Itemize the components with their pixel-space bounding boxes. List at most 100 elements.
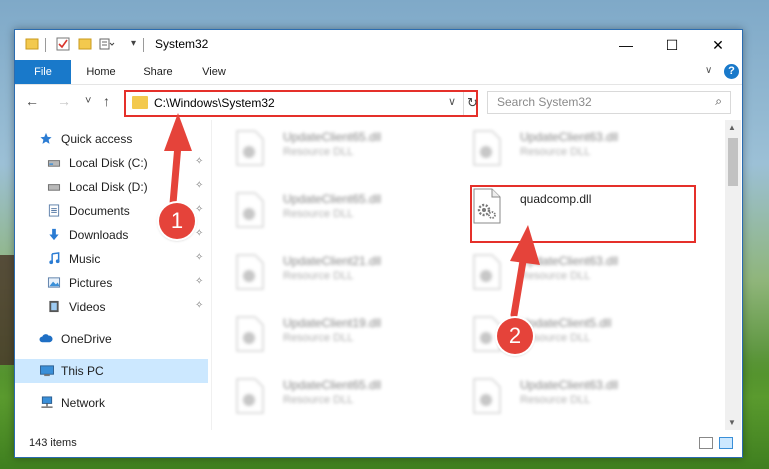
forward-button[interactable]: → <box>57 93 71 109</box>
sidebar-item-label: This PC <box>61 364 104 378</box>
sidebar-item-videos[interactable]: Videos ✧ <box>15 295 208 319</box>
dll-file-icon <box>236 378 264 414</box>
close-button[interactable]: ✕ <box>695 30 741 60</box>
large-icons-view-icon[interactable] <box>719 437 733 449</box>
network-icon <box>41 396 53 408</box>
recent-locations-button[interactable]: ˅ <box>85 95 91 107</box>
sidebar-item-pictures[interactable]: Pictures ✧ <box>15 271 208 295</box>
file-type: Resource DLL <box>283 332 354 344</box>
file-type: Resource DLL <box>283 208 354 220</box>
file-name: UpdateClient21.dll <box>283 254 382 268</box>
scroll-up-icon[interactable]: ▲ <box>728 123 736 132</box>
computer-icon <box>40 365 54 377</box>
pin-icon[interactable]: ✧ <box>195 300 203 311</box>
sidebar-item-network[interactable]: Network <box>15 391 208 415</box>
file-item[interactable]: UpdateClient21.dll Resource DLL <box>213 244 443 294</box>
tab-file[interactable]: File <box>15 60 71 84</box>
star-icon <box>40 132 52 144</box>
help-icon[interactable]: ? <box>724 64 739 79</box>
search-placeholder: Search System32 <box>497 95 592 109</box>
folder-icon <box>132 96 148 109</box>
file-name: UpdateClient19.dll <box>283 316 382 330</box>
dll-file-icon <box>473 130 501 166</box>
dll-file-icon <box>236 316 264 352</box>
file-item[interactable]: UpdateClient65.dll Resource DLL <box>213 120 443 170</box>
sidebar-item-label: Music <box>69 252 101 266</box>
maximize-button[interactable]: ☐ <box>649 30 695 60</box>
dll-file-icon <box>236 130 264 166</box>
title-bar: ▾ System32 — ☐ ✕ <box>15 30 742 60</box>
file-list: UpdateClient65.dll Resource DLL UpdateCl… <box>213 120 725 430</box>
sidebar-item-label: Pictures <box>69 276 113 290</box>
pin-icon[interactable]: ✧ <box>195 252 203 263</box>
scrollbar-thumb[interactable] <box>728 138 738 186</box>
address-dropdown-icon[interactable]: ∨ <box>448 95 456 108</box>
vertical-scrollbar[interactable]: ▲ ▼ <box>725 120 741 430</box>
sidebar-item-onedrive[interactable]: OneDrive <box>15 327 208 351</box>
pin-icon[interactable]: ✧ <box>195 276 203 287</box>
pane-divider[interactable] <box>211 120 212 430</box>
dll-file-icon <box>236 192 264 228</box>
drive-icon <box>47 184 61 191</box>
pictures-icon <box>47 277 61 288</box>
documents-icon <box>48 204 60 217</box>
sidebar-item-label: Documents <box>69 204 130 218</box>
expand-ribbon-icon[interactable]: ∨ <box>705 65 712 76</box>
scroll-down-icon[interactable]: ▼ <box>728 418 736 427</box>
sidebar-item-label: Downloads <box>69 228 129 242</box>
sidebar-item-label: Network <box>61 396 106 410</box>
videos-icon <box>49 300 59 313</box>
separator <box>45 38 46 52</box>
file-type: Resource DLL <box>283 270 354 282</box>
pin-icon[interactable]: ✧ <box>195 228 203 239</box>
quick-access-dropdown-icon[interactable]: ▾ <box>131 38 136 49</box>
refresh-icon[interactable]: ↻ <box>463 92 479 115</box>
ribbon-tabs: File Home Share View ∨ ? <box>15 60 742 85</box>
file-type: Resource DLL <box>520 146 591 158</box>
status-bar: 143 items <box>15 432 742 456</box>
file-item[interactable]: UpdateClient5.dll Resource DLL <box>450 306 680 356</box>
sidebar-item-label: Videos <box>69 300 106 314</box>
file-item[interactable]: UpdateClient63.dll Resource DLL <box>450 120 680 170</box>
file-item[interactable]: UpdateClient63.dll Resource DLL <box>450 244 680 294</box>
file-type: Resource DLL <box>520 394 591 406</box>
file-item[interactable]: UpdateClient65.dll Resource DLL <box>213 182 443 232</box>
file-item[interactable]: UpdateClient65.dll Resource DLL <box>213 368 443 418</box>
step-badge-2: 2 <box>497 318 533 354</box>
navigation-bar: ← → ˅ ↑ C:\Windows\System32 ∨ ↻ Search S… <box>15 85 742 119</box>
tab-view[interactable]: View <box>189 60 239 84</box>
tab-home[interactable]: Home <box>75 60 127 84</box>
up-button[interactable]: ↑ <box>103 93 110 109</box>
search-icon[interactable]: ⌕ <box>715 94 722 109</box>
cloud-icon <box>39 334 53 343</box>
sidebar-item-label: Local Disk (C:) <box>69 156 148 170</box>
search-input[interactable]: Search System32 ⌕ <box>487 91 731 114</box>
customize-toolbar-icon[interactable] <box>99 37 115 51</box>
drive-icon <box>47 160 61 167</box>
separator <box>143 38 144 52</box>
file-type: Resource DLL <box>283 146 354 158</box>
sidebar-item-label: OneDrive <box>61 332 112 346</box>
tab-share[interactable]: Share <box>133 60 183 84</box>
file-item[interactable]: UpdateClient19.dll Resource DLL <box>213 306 443 356</box>
properties-icon[interactable] <box>56 37 70 51</box>
annotation-arrow-2 <box>510 225 540 319</box>
download-icon <box>49 228 59 241</box>
new-folder-icon[interactable] <box>78 37 92 51</box>
music-icon <box>49 252 60 265</box>
sidebar-item-music[interactable]: Music ✧ <box>15 247 208 271</box>
file-name: UpdateClient65.dll <box>283 130 382 144</box>
file-item[interactable]: UpdateClient63.dll Resource DLL <box>450 368 680 418</box>
file-type: Resource DLL <box>283 394 354 406</box>
minimize-button[interactable]: — <box>603 30 649 60</box>
step-badge-1: 1 <box>159 203 195 239</box>
back-button[interactable]: ← <box>25 93 39 109</box>
file-name: UpdateClient63.dll <box>520 130 619 144</box>
details-view-icon[interactable] <box>699 437 713 449</box>
sidebar-item-label: Local Disk (D:) <box>69 180 148 194</box>
sidebar-item-this-pc[interactable]: This PC <box>15 359 208 383</box>
dll-file-icon <box>473 378 501 414</box>
dll-file-icon <box>236 254 264 290</box>
item-count: 143 items <box>29 437 77 449</box>
folder-icon <box>25 38 39 50</box>
